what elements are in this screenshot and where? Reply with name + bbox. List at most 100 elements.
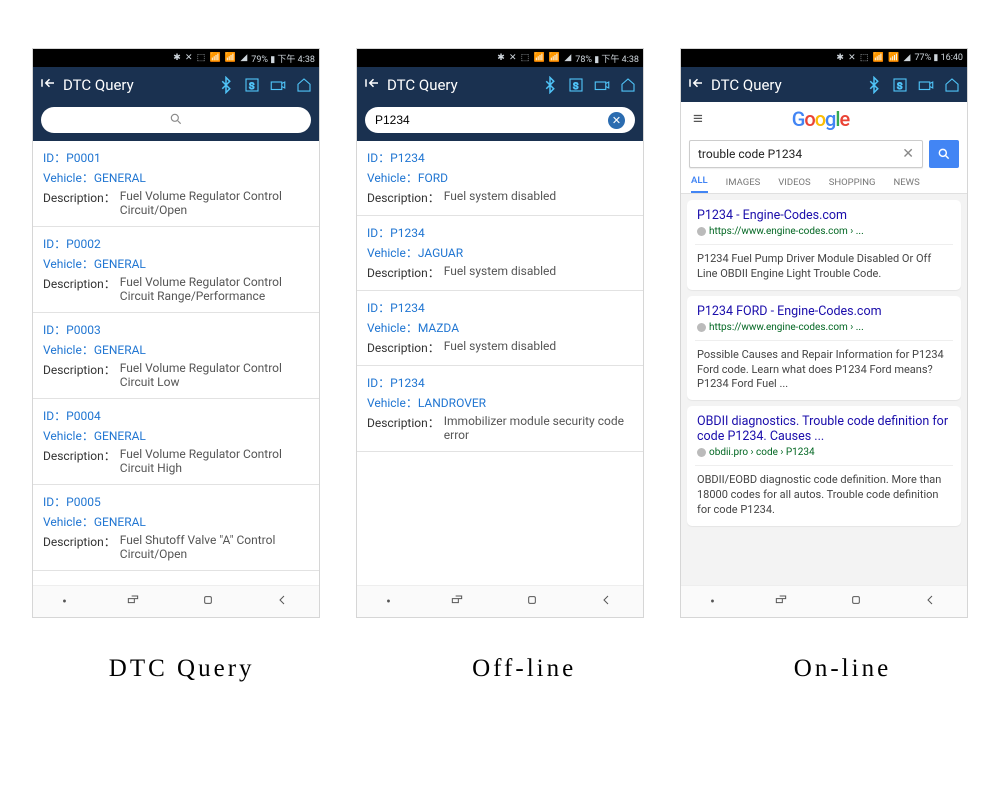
dtc-list[interactable]: ID：P0001 Vehicle：GENERAL Description：Fue… bbox=[33, 141, 319, 585]
clear-icon[interactable]: ✕ bbox=[902, 146, 914, 162]
dtc-list[interactable]: ID：P1234 Vehicle：FORD Description：Fuel s… bbox=[357, 141, 643, 585]
android-nav-bar: • bbox=[33, 585, 319, 617]
camera-icon[interactable] bbox=[593, 76, 611, 94]
dtc-vehicle: Vehicle：JAGUAR bbox=[367, 244, 633, 261]
home-nav-icon[interactable] bbox=[200, 592, 216, 612]
google-search-button[interactable] bbox=[929, 140, 959, 168]
result-url: obdii.pro › code › P1234 bbox=[697, 447, 951, 458]
recent-icon[interactable] bbox=[125, 592, 141, 612]
s-box-icon[interactable]: S bbox=[243, 76, 261, 94]
amp-icon bbox=[697, 448, 706, 457]
recent-icon[interactable] bbox=[449, 592, 465, 612]
google-tab[interactable]: IMAGES bbox=[726, 177, 761, 188]
result-title: P1234 FORD - Engine-Codes.com bbox=[697, 304, 951, 319]
bluetooth-icon[interactable] bbox=[217, 76, 235, 94]
home-icon[interactable] bbox=[295, 76, 313, 94]
app-title: DTC Query bbox=[711, 76, 859, 94]
search-bar: ✕ bbox=[357, 102, 643, 141]
menu-icon[interactable]: ≡ bbox=[693, 109, 703, 129]
google-tab[interactable]: NEWS bbox=[893, 177, 919, 188]
bluetooth-icon[interactable] bbox=[865, 76, 883, 94]
back-icon[interactable] bbox=[363, 74, 381, 96]
google-results[interactable]: P1234 - Engine-Codes.com https://www.eng… bbox=[681, 194, 967, 585]
result-url: https://www.engine-codes.com › ... bbox=[697, 322, 951, 333]
status-icons: ✱ ✕ ⬚ 📶 📶 ◢ bbox=[836, 53, 911, 63]
search-field[interactable]: ✕ bbox=[365, 107, 635, 133]
home-icon[interactable] bbox=[943, 76, 961, 94]
back-nav-icon[interactable] bbox=[598, 592, 614, 612]
dtc-desc: Fuel system disabled bbox=[444, 339, 556, 356]
bluetooth-icon[interactable] bbox=[541, 76, 559, 94]
nav-dot[interactable]: • bbox=[62, 594, 67, 610]
app-bar: DTC Query S bbox=[33, 67, 319, 102]
camera-icon[interactable] bbox=[917, 76, 935, 94]
back-nav-icon[interactable] bbox=[274, 592, 290, 612]
camera-icon[interactable] bbox=[269, 76, 287, 94]
dtc-desc-label: Description： bbox=[43, 447, 116, 475]
s-box-icon[interactable]: S bbox=[891, 76, 909, 94]
result-url: https://www.engine-codes.com › ... bbox=[697, 226, 951, 237]
dtc-item[interactable]: ID：P1234 Vehicle：MAZDA Description：Fuel … bbox=[357, 291, 643, 366]
amp-icon bbox=[697, 323, 706, 332]
dtc-vehicle: Vehicle：GENERAL bbox=[43, 427, 309, 444]
back-icon[interactable] bbox=[39, 74, 57, 96]
google-tab[interactable]: SHOPPING bbox=[829, 177, 876, 188]
dtc-item[interactable]: ID：P1234 Vehicle：FORD Description：Fuel s… bbox=[357, 141, 643, 216]
dtc-vehicle: Vehicle：MAZDA bbox=[367, 319, 633, 336]
phone-dtc-search: ✱ ✕ ⬚ 📶 📶 ◢ 78% ▮ 下午 4:38 DTC Query S ✕ … bbox=[356, 48, 644, 618]
nav-dot[interactable]: • bbox=[386, 594, 391, 610]
dtc-desc-label: Description： bbox=[43, 361, 116, 389]
search-input[interactable] bbox=[375, 113, 602, 127]
dtc-desc: Immobilizer module security code error bbox=[444, 414, 633, 442]
search-result[interactable]: P1234 FORD - Engine-Codes.com https://ww… bbox=[687, 296, 961, 401]
dtc-item[interactable]: ID：P0002 Vehicle：GENERAL Description：Fue… bbox=[33, 227, 319, 313]
home-icon[interactable] bbox=[619, 76, 637, 94]
svg-text:S: S bbox=[249, 81, 254, 91]
status-icons: ✱ ✕ ⬚ 📶 📶 ◢ bbox=[497, 53, 572, 63]
caption-a: DTC Query bbox=[109, 655, 255, 683]
dtc-desc-label: Description： bbox=[43, 275, 116, 303]
dtc-desc-label: Description： bbox=[367, 264, 440, 281]
google-tabs[interactable]: ALL IMAGES VIDEOS SHOPPING NEWS bbox=[681, 172, 967, 194]
dtc-item[interactable]: ID：P0003 Vehicle：GENERAL Description：Fue… bbox=[33, 313, 319, 399]
phone-dtc-list: ✱ ✕ ⬚ 📶 📶 ◢ 79% ▮ 下午 4:38 DTC Query S ID… bbox=[32, 48, 320, 618]
s-box-icon[interactable]: S bbox=[567, 76, 585, 94]
status-text: 77% ▮ 16:40 bbox=[914, 53, 963, 63]
dtc-id: ID：P1234 bbox=[367, 299, 633, 316]
search-field[interactable] bbox=[41, 107, 311, 133]
nav-dot[interactable]: • bbox=[710, 594, 715, 610]
google-tab[interactable]: ALL bbox=[691, 172, 708, 194]
google-tab[interactable]: VIDEOS bbox=[778, 177, 810, 188]
search-bar bbox=[33, 102, 319, 141]
dtc-id: ID：P1234 bbox=[367, 224, 633, 241]
dtc-id: ID：P0003 bbox=[43, 321, 309, 338]
caption-b: Off-line bbox=[472, 655, 576, 683]
status-icons: ✱ ✕ ⬚ 📶 📶 ◢ bbox=[173, 53, 248, 63]
home-nav-icon[interactable] bbox=[848, 592, 864, 612]
status-bar: ✱ ✕ ⬚ 📶 📶 ◢ 77% ▮ 16:40 bbox=[681, 49, 967, 67]
dtc-item[interactable]: ID：P1234 Vehicle：LANDROVER Description：I… bbox=[357, 366, 643, 452]
dtc-desc: Fuel Volume Regulator Control Circuit/Op… bbox=[120, 189, 309, 217]
dtc-item[interactable]: ID：P0004 Vehicle：GENERAL Description：Fue… bbox=[33, 399, 319, 485]
search-result[interactable]: OBDII diagnostics. Trouble code definiti… bbox=[687, 406, 961, 526]
search-result[interactable]: P1234 - Engine-Codes.com https://www.eng… bbox=[687, 200, 961, 290]
recent-icon[interactable] bbox=[773, 592, 789, 612]
dtc-item[interactable]: ID：P0005 Vehicle：GENERAL Description：Fue… bbox=[33, 485, 319, 571]
clear-icon[interactable]: ✕ bbox=[608, 112, 625, 129]
google-logo: Google bbox=[792, 107, 850, 131]
dtc-desc-label: Description： bbox=[367, 339, 440, 356]
result-title: P1234 - Engine-Codes.com bbox=[697, 208, 951, 223]
dtc-vehicle: Vehicle：GENERAL bbox=[43, 341, 309, 358]
back-nav-icon[interactable] bbox=[922, 592, 938, 612]
dtc-item[interactable]: ID：P0001 Vehicle：GENERAL Description：Fue… bbox=[33, 141, 319, 227]
dtc-desc: Fuel Volume Regulator Control Circuit Hi… bbox=[120, 447, 309, 475]
dtc-desc: Fuel Volume Regulator Control Circuit Lo… bbox=[120, 361, 309, 389]
android-nav-bar: • bbox=[681, 585, 967, 617]
back-icon[interactable] bbox=[687, 74, 705, 96]
dtc-id: ID：P0002 bbox=[43, 235, 309, 252]
svg-text:S: S bbox=[897, 81, 902, 91]
dtc-item[interactable]: ID：P1234 Vehicle：JAGUAR Description：Fuel… bbox=[357, 216, 643, 291]
home-nav-icon[interactable] bbox=[524, 592, 540, 612]
google-search-input[interactable]: trouble code P1234 ✕ bbox=[689, 140, 923, 168]
app-bar: DTC Query S bbox=[681, 67, 967, 102]
